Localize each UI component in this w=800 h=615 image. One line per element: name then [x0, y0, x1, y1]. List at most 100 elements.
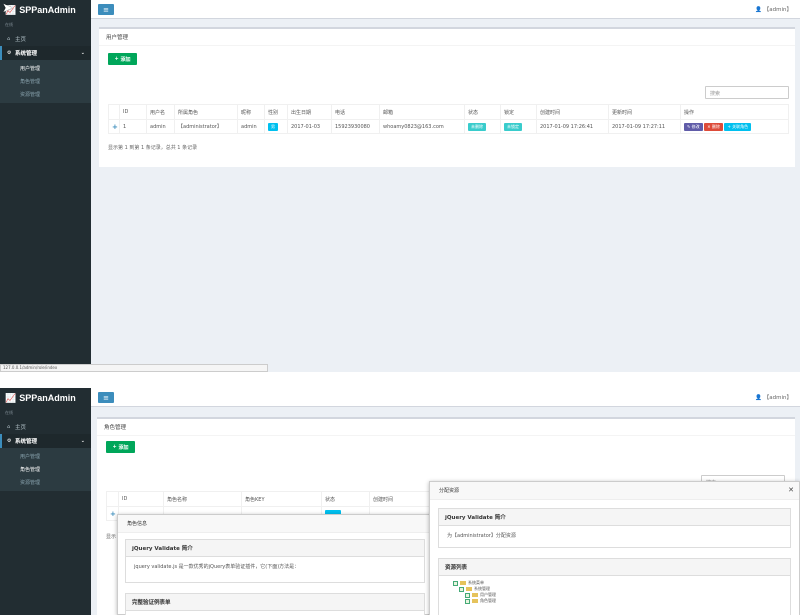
cell-phone: 15923930080 — [331, 119, 380, 134]
mouse-cursor-icon: ➤ — [2, 1, 13, 16]
admin-label: 【admin】 — [763, 395, 792, 401]
cell-birth: 2017-01-03 — [287, 119, 332, 134]
add-label: 添加 — [118, 444, 129, 451]
admin-menu[interactable]: 👤 【admin】 — [755, 393, 792, 401]
close-icon[interactable]: ✕ — [788, 486, 794, 494]
column-header: 邮箱 — [379, 104, 465, 120]
column-header: 电话 — [331, 104, 380, 120]
plus-icon: + — [727, 123, 731, 129]
cell-role: 【administrator】 — [174, 119, 238, 134]
cell-updated: 2017-01-09 17:27:11 — [608, 119, 681, 134]
submenu: 用户管理 角色管理 资源管理 — [0, 60, 91, 103]
edit-label: 修改 — [691, 123, 700, 129]
sidebar-item-roles[interactable]: 角色管理 — [0, 75, 91, 88]
menu-toggle-button[interactable]: ≡ — [98, 4, 114, 15]
search-input[interactable]: 搜索 — [705, 86, 789, 99]
chevron-down-icon: ⌄ — [80, 50, 85, 56]
checkbox-icon[interactable] — [453, 580, 458, 586]
column-header: 角色KEY — [241, 491, 322, 507]
menu-toggle-button[interactable]: ≡ — [98, 392, 114, 403]
home-icon: ⌂ — [7, 36, 11, 42]
form-panel: 完整验证例表单 — [125, 593, 425, 615]
column-header: 锁定 — [500, 104, 537, 120]
cell-id: 1 — [119, 119, 147, 134]
box-title: 用户管理 — [99, 29, 795, 46]
browser-status-url: 127.0.0.1/admin/role/index — [0, 364, 268, 372]
user-box: 用户管理 + 添加 搜索 ID 用户名 所属角色 昵称 性别 出生日期 电话 邮… — [99, 27, 795, 167]
column-header: 角色名称 — [163, 491, 242, 507]
hamburger-icon: ≡ — [103, 393, 109, 402]
topbar: ≡ 👤 【admin】 — [91, 0, 800, 19]
chevron-down-icon: ⌄ — [80, 438, 85, 444]
cell-gender: 男 — [264, 119, 288, 134]
column-header — [106, 491, 119, 507]
add-button[interactable]: + 添加 — [106, 441, 135, 453]
panel-text: jquery validate.js 是一款优秀的jQuery表单验证插件，它(… — [134, 564, 300, 570]
expand-plus-icon[interactable]: + — [110, 510, 116, 518]
add-button[interactable]: + 添加 — [108, 53, 137, 65]
sidebar-item-label: 系统管理 — [15, 51, 38, 57]
box-title: 角色管理 — [97, 419, 795, 436]
sidebar-item-system[interactable]: ⚙ 系统管理 ⌄ — [0, 434, 91, 448]
user-status: 在线 — [5, 22, 13, 27]
sidebar-item-users[interactable]: 用户管理 — [0, 450, 91, 463]
sidebar: 📈 SPPanAdmin 在线 ⌂ 主页 ⚙ 系统管理 ⌄ 用户管理 角色管理 资源管理 — [0, 388, 91, 615]
sidebar-item-label: 主页 — [15, 37, 27, 43]
assign-role-label: 关联角色 — [732, 123, 749, 129]
submenu: 用户管理 角色管理 资源管理 — [0, 448, 91, 491]
delete-button[interactable]: ✕ 删除 — [704, 122, 723, 131]
sidebar-item-resources[interactable]: 资源管理 — [0, 88, 91, 101]
cell-locked: 未锁定 — [500, 119, 537, 134]
expand-plus-icon[interactable]: + — [112, 123, 118, 131]
expand-cell[interactable]: + — [108, 119, 120, 134]
add-label: 添加 — [120, 56, 131, 63]
plus-icon: + — [114, 56, 119, 62]
panel-title: 资源列表 — [439, 559, 790, 576]
column-header: 更新时间 — [608, 104, 681, 120]
tree-node[interactable]: 角色管理 — [453, 598, 776, 604]
screenshot-user-management: 📈 SPPanAdmin 在线 ⌂ 主页 ⚙ 系统管理 ⌄ 用户管理 角色管理 资源管理… — [0, 0, 800, 372]
checkbox-icon[interactable] — [465, 598, 470, 604]
panel-title: 完整验证例表单 — [126, 594, 424, 611]
column-header: 性别 — [264, 104, 288, 120]
locked-badge: 未锁定 — [504, 122, 522, 131]
checkbox-icon[interactable] — [465, 592, 470, 598]
hamburger-icon: ≡ — [103, 5, 109, 14]
validate-panel: jQuery Validate 简介 jquery validate.js 是一… — [125, 539, 425, 583]
cell-email: whoamy0823@163.com — [379, 119, 465, 134]
column-header: 出生日期 — [287, 104, 332, 120]
sidebar-item-resources[interactable]: 资源管理 — [0, 476, 91, 489]
column-header: ID — [119, 104, 147, 120]
cell-username: admin — [146, 119, 175, 134]
assign-resource-dialog: 分配资源 ✕ jQuery Validate 简介 为【administrato… — [429, 481, 800, 615]
edit-button[interactable]: ✎ 修改 — [684, 122, 703, 131]
panel-title: jQuery Validate 简介 — [439, 509, 790, 526]
resource-list-panel: 资源列表 系统菜单 系统管理 用户管理 角色管理 — [438, 558, 791, 615]
dialog-title: 分配资源 — [430, 482, 799, 500]
user-icon: 👤 — [755, 395, 763, 401]
folder-icon — [460, 581, 466, 585]
assign-role-button[interactable]: + 关联角色 — [724, 122, 752, 131]
gender-badge: 男 — [268, 122, 278, 131]
sidebar-item-home[interactable]: ⌂ 主页 — [0, 32, 91, 46]
topbar: ≡ 👤 【admin】 — [91, 388, 800, 407]
brand[interactable]: 📈 SPPanAdmin — [0, 388, 91, 408]
status-badge: 未删除 — [468, 122, 486, 131]
sidebar-item-roles[interactable]: 角色管理 — [0, 463, 91, 476]
column-header: 状态 — [321, 491, 370, 507]
delete-label: 删除 — [711, 123, 720, 129]
table-row[interactable]: + 1 admin 【administrator】 admin 男 2017-0… — [108, 119, 789, 134]
column-header: 所属角色 — [174, 104, 238, 120]
edit-icon: ✎ — [687, 123, 691, 129]
panel-title: jQuery Validate 简介 — [126, 540, 424, 557]
gear-icon: ⚙ — [7, 50, 12, 56]
sidebar-item-home[interactable]: ⌂ 主页 — [0, 420, 91, 434]
admin-menu[interactable]: 👤 【admin】 — [755, 5, 792, 13]
sidebar-item-users[interactable]: 用户管理 — [0, 62, 91, 75]
admin-label: 【admin】 — [763, 7, 792, 13]
brand[interactable]: 📈 SPPanAdmin — [0, 0, 91, 20]
sidebar-item-system[interactable]: ⚙ 系统管理 ⌄ — [0, 46, 91, 60]
sidebar-item-label: 系统管理 — [15, 439, 38, 445]
checkbox-icon[interactable] — [459, 586, 464, 592]
screenshot-role-management: 📈 SPPanAdmin 在线 ⌂ 主页 ⚙ 系统管理 ⌄ 用户管理 角色管理 资源管理… — [0, 388, 800, 615]
